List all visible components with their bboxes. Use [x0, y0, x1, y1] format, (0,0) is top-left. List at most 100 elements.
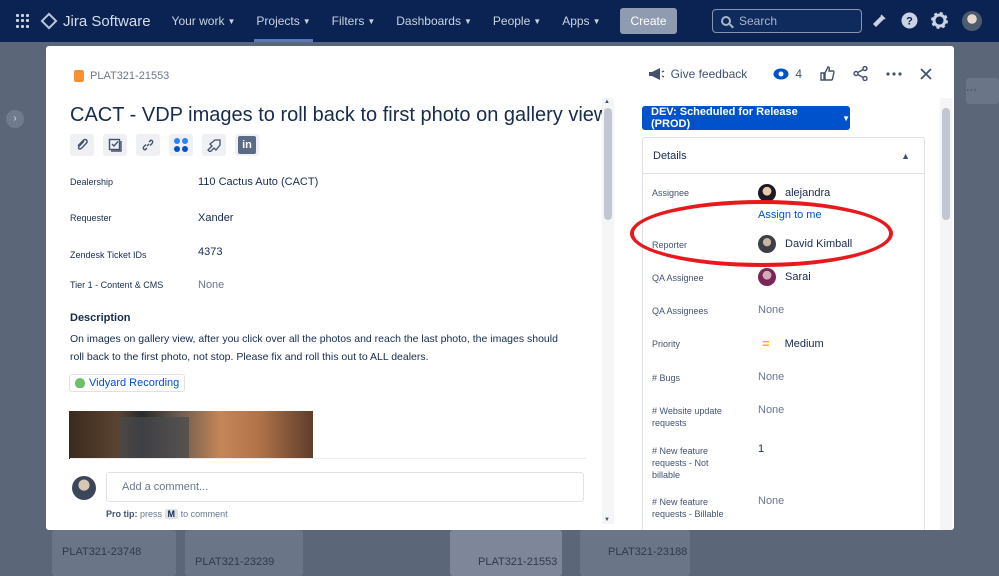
automation-button[interactable]: [202, 134, 226, 156]
jira-logo[interactable]: Jira Software: [40, 12, 151, 30]
nfr-billable-label: # New feature requests - Billable: [652, 497, 724, 519]
scrollbar-thumb[interactable]: [604, 108, 612, 220]
board-card-key: PLAT321-23239: [195, 556, 275, 568]
pro-tip-key: M: [164, 509, 179, 519]
scrollbar-thumb[interactable]: [942, 108, 950, 220]
issue-modal: PLAT321-21553 Give feedback 4 CACT - VDP…: [46, 46, 954, 530]
priority-value: Medium: [784, 337, 824, 350]
user-avatar[interactable]: [962, 11, 982, 31]
assignee-label: Assignee: [652, 188, 690, 198]
field-label-zendesk: Zendesk Ticket IDs: [70, 250, 147, 260]
priority-label: Priority: [652, 339, 681, 349]
board-card[interactable]: PLAT321-23188: [580, 530, 690, 576]
field-value-requester[interactable]: Xander: [198, 212, 233, 224]
board-card[interactable]: PLAT321-23239: [185, 530, 303, 576]
more-icon: [886, 71, 902, 76]
nav-label: Projects: [256, 14, 300, 28]
create-button[interactable]: Create: [620, 8, 677, 34]
apps-button[interactable]: [169, 134, 193, 156]
pro-tip-suffix: to comment: [180, 509, 228, 519]
invision-button[interactable]: in: [235, 134, 259, 156]
board-more-icon: ···: [966, 78, 999, 104]
invision-icon: in: [238, 136, 256, 154]
field-value-tier1[interactable]: None: [198, 279, 224, 291]
nav-label: Dashboards: [396, 14, 461, 28]
vidyard-label: Vidyard Recording: [89, 377, 180, 389]
board-card-key: PLAT321-23188: [608, 546, 688, 558]
avatar: [758, 268, 776, 286]
board-card[interactable]: PLAT321-21553: [450, 530, 562, 576]
scroll-up-icon[interactable]: ▲: [604, 99, 610, 105]
pro-tip-mid: press: [140, 509, 163, 519]
bugs-value[interactable]: None: [758, 371, 784, 383]
field-value-zendesk[interactable]: 4373: [198, 246, 222, 258]
nav-people[interactable]: People ▼: [493, 0, 541, 42]
vidyard-recording-link[interactable]: Vidyard Recording: [69, 374, 186, 392]
nfr-not-billable-value[interactable]: 1: [758, 443, 764, 455]
checklist-icon: [108, 138, 122, 152]
jira-diamond-icon: [40, 12, 58, 30]
right-scrollbar[interactable]: [940, 98, 952, 530]
qa-assignees-value[interactable]: None: [758, 304, 784, 316]
nav-your-work[interactable]: Your work ▼: [172, 0, 236, 42]
close-icon: [920, 67, 932, 80]
board-card-key: PLAT321-21553: [478, 556, 558, 568]
svg-text:?: ?: [906, 16, 913, 28]
logo-text: Jira Software: [63, 12, 151, 30]
qa-assignees-label: QA Assignees: [652, 306, 709, 316]
issue-key-breadcrumb[interactable]: PLAT321-21553: [74, 70, 169, 82]
nfr-billable-value[interactable]: None: [758, 495, 784, 507]
settings-icon[interactable]: [930, 12, 948, 30]
chevron-down-icon: ▼: [302, 16, 311, 26]
search-input[interactable]: Search: [712, 9, 862, 33]
left-scrollbar[interactable]: ▲ ▼: [602, 98, 614, 524]
close-button[interactable]: [920, 67, 932, 80]
link-issue-button[interactable]: [136, 134, 160, 156]
board-card[interactable]: PLAT321-23748: [52, 530, 176, 576]
nav-projects[interactable]: Projects ▼: [254, 0, 313, 42]
chevron-down-icon: ▼: [227, 16, 236, 26]
website-update-value[interactable]: None: [758, 404, 784, 416]
description-text[interactable]: On images on gallery view, after you cli…: [70, 330, 570, 366]
qa-assignee-field[interactable]: Sarai: [758, 268, 811, 286]
chevron-down-icon: ▼: [592, 16, 601, 26]
nav-dashboards[interactable]: Dashboards ▼: [396, 0, 472, 42]
megaphone-icon: [648, 67, 664, 80]
status-label: DEV: Scheduled for Release (PROD): [651, 106, 798, 130]
assignee-value: alejandra: [785, 187, 831, 199]
nav-label: Filters: [331, 14, 365, 28]
eye-icon: [773, 68, 789, 79]
priority-field[interactable]: = Medium: [758, 336, 824, 351]
help-icon[interactable]: ?: [900, 12, 918, 30]
add-child-issue-button[interactable]: [103, 134, 127, 156]
sidebar-expand-icon[interactable]: ›: [6, 110, 24, 128]
issue-title[interactable]: CACT - VDP images to roll back to first …: [70, 104, 608, 127]
paperclip-icon: [77, 138, 88, 150]
nav-apps[interactable]: Apps ▼: [562, 0, 600, 42]
more-actions-button[interactable]: [886, 71, 902, 76]
field-value-dealership[interactable]: 110 Cactus Auto (CACT): [198, 176, 318, 188]
attachment-image[interactable]: [69, 411, 313, 459]
feedback-label: Give feedback: [670, 66, 748, 81]
notifications-icon[interactable]: [870, 12, 888, 30]
chevron-down-icon: ▼: [367, 16, 376, 26]
scroll-down-icon[interactable]: ▼: [604, 517, 610, 523]
top-navigation: Jira Software Your work ▼ Projects ▼ Filte…: [0, 0, 999, 42]
current-user-avatar: [72, 476, 96, 500]
share-button[interactable]: [853, 66, 868, 81]
issue-type-icon: [74, 70, 84, 82]
status-dropdown[interactable]: DEV: Scheduled for Release (PROD) ▼: [642, 106, 850, 130]
nav-filters[interactable]: Filters ▼: [332, 0, 376, 42]
watch-button[interactable]: 4: [773, 67, 802, 81]
pro-tip: Pro tip: press M to comment: [106, 509, 228, 519]
details-header[interactable]: Details ▲: [643, 138, 924, 174]
qa-assignee-label: QA Assignee: [652, 273, 704, 283]
attach-button[interactable]: [70, 134, 94, 156]
rocket-icon: [207, 139, 221, 152]
comment-input[interactable]: Add a comment...: [106, 472, 584, 502]
like-button[interactable]: [820, 66, 835, 81]
link-icon: [142, 139, 154, 151]
website-update-label: # Website update requests: [652, 406, 722, 428]
give-feedback-button[interactable]: Give feedback: [648, 66, 748, 81]
app-switcher-icon[interactable]: [16, 14, 30, 28]
